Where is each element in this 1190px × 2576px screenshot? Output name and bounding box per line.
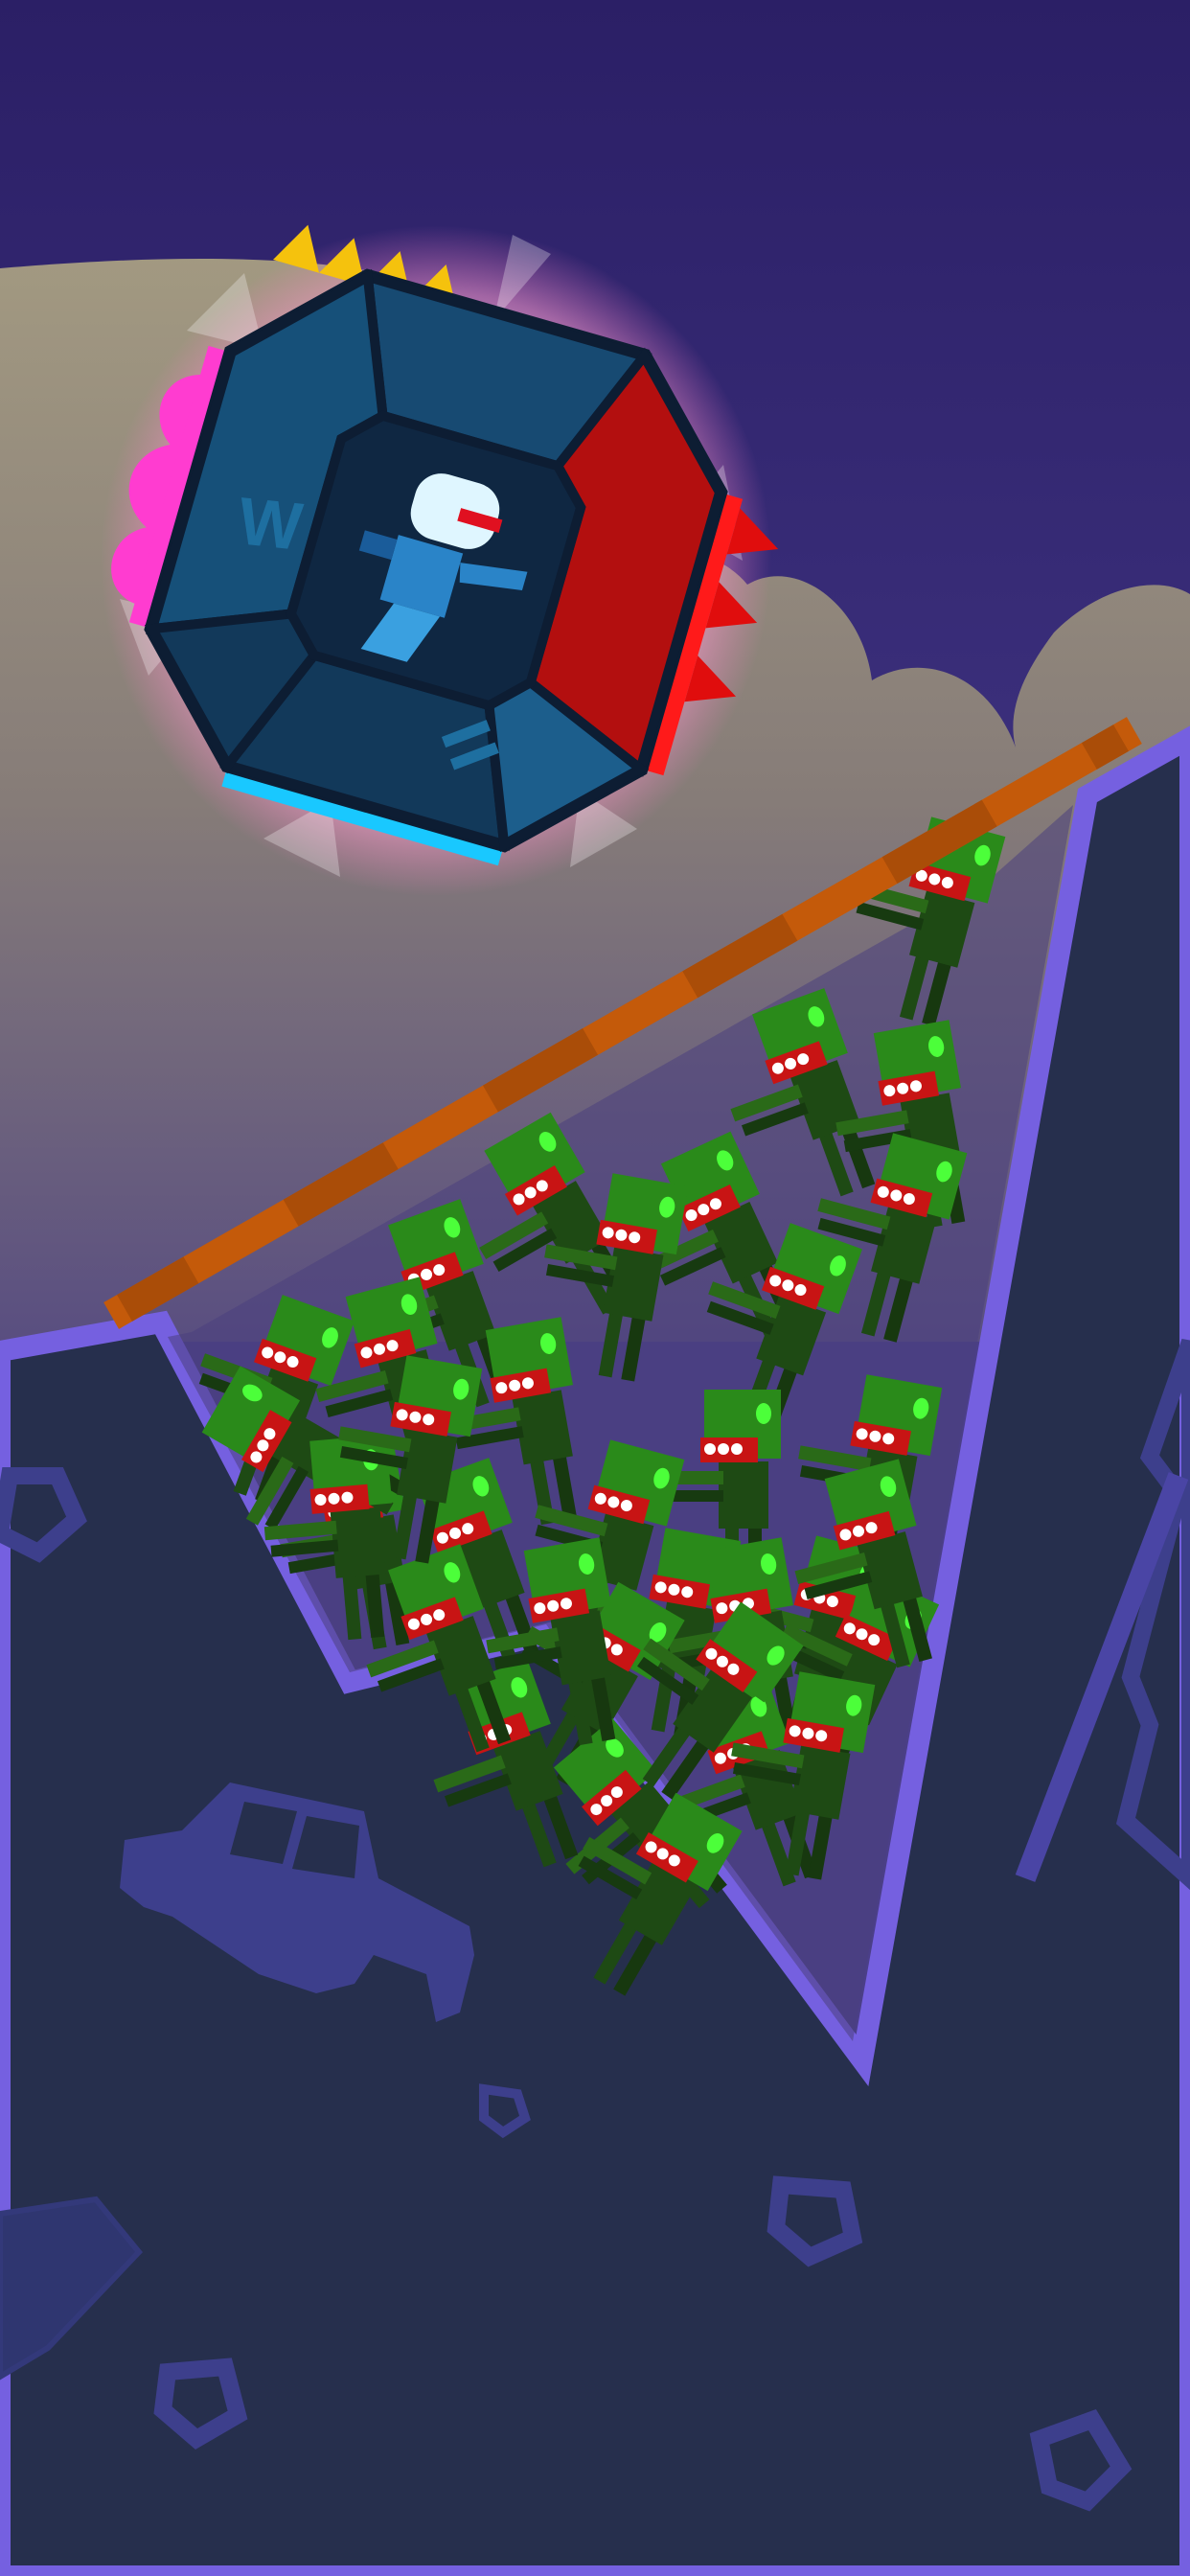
zombie-tooth: [704, 1443, 716, 1455]
zombie-eye: [756, 1403, 771, 1424]
zombie-torso: [719, 1461, 768, 1529]
zombie-tooth: [718, 1443, 729, 1455]
zombie-tooth: [731, 1443, 743, 1455]
panel-glyph: W: [235, 483, 306, 564]
game-scene: W: [0, 0, 1190, 2576]
zombie-torso: [330, 1506, 386, 1578]
